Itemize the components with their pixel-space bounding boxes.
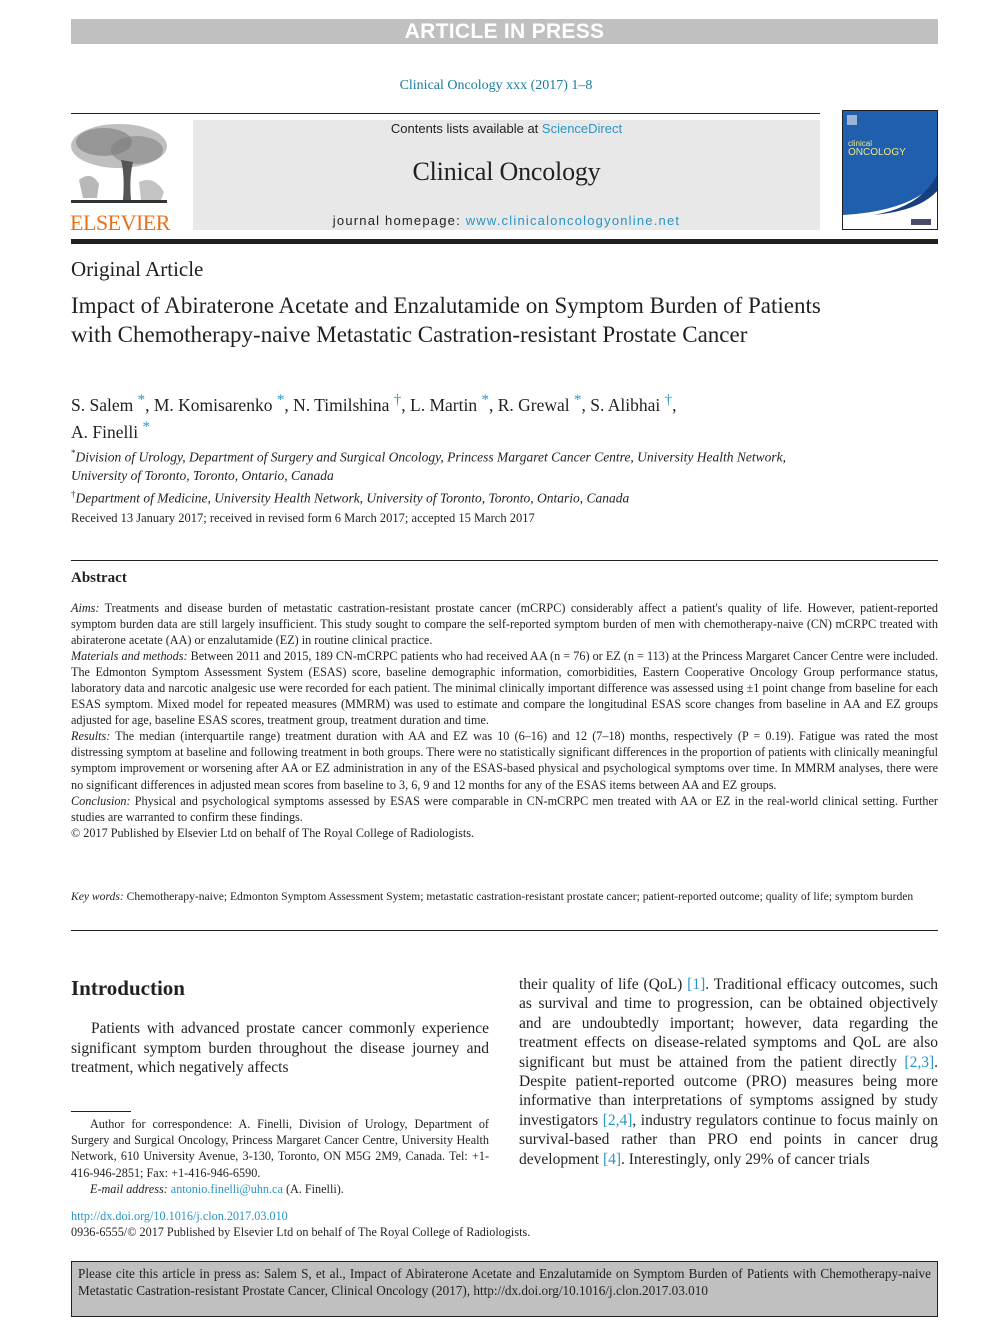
abstract-copyright: © 2017 Published by Elsevier Ltd on beha… — [71, 825, 475, 840]
author-affiliation-mark[interactable]: * — [142, 419, 150, 435]
elsevier-tree-icon — [69, 120, 169, 208]
abstract-aims: Aims: Treatments and disease burden of m… — [71, 600, 938, 648]
section-label: Materials and methods: — [71, 649, 188, 664]
author-separator: , — [401, 394, 411, 415]
introduction-paragraph: Patients with advanced prostate cancer c… — [71, 1020, 489, 1076]
journal-title: Clinical Oncology — [412, 157, 601, 186]
elsevier-logo[interactable]: ELSEVIER — [66, 120, 174, 235]
contents-line: Contents lists available at ScienceDirec… — [193, 121, 820, 136]
email-line: E-mail address: antonio.finelli@uhn.ca (… — [71, 1181, 489, 1197]
correspondence-footnote: Author for correspondence: A. Finelli, D… — [71, 1116, 489, 1197]
journal-reference[interactable]: Clinical Oncology xxx (2017) 1–8 — [0, 78, 992, 94]
cover-graphic — [843, 111, 937, 229]
abstract-top-rule — [71, 560, 938, 561]
footnote-rule — [71, 1111, 131, 1112]
reference-link[interactable]: [4] — [603, 1151, 621, 1168]
section-label: Aims: — [71, 601, 100, 615]
affiliation-text: Department of Medicine, University Healt… — [75, 490, 630, 505]
received-dates: Received 13 January 2017; received in re… — [71, 511, 535, 525]
banner-text: ARTICLE IN PRESS — [404, 20, 605, 43]
author-separator: , — [672, 394, 677, 415]
abstract-body: Aims: Treatments and disease burden of m… — [71, 600, 938, 841]
affiliation-2: †Department of Medicine, University Heal… — [71, 485, 831, 508]
contents-prefix: Contents lists available at — [390, 121, 542, 136]
article-in-press-banner: ARTICLE IN PRESS — [71, 19, 938, 44]
reference-link[interactable]: [1] — [687, 976, 705, 993]
abstract-results: Results: The median (interquartile range… — [71, 728, 938, 792]
journal-masthead: Contents lists available at ScienceDirec… — [193, 120, 820, 230]
author-affiliation-mark[interactable]: * — [481, 392, 489, 408]
introduction-heading: Introduction — [71, 976, 185, 1000]
correspondence-text: Author for correspondence: A. Finelli, D… — [71, 1116, 489, 1181]
reference-link[interactable]: [2,3] — [904, 1054, 934, 1071]
author-separator: , — [284, 394, 294, 415]
key-words-text: Chemotherapy-naive; Edmonton Symptom Ass… — [123, 890, 914, 903]
author-name[interactable]: A. Finelli — [71, 422, 142, 442]
author-list: S. Salem *, M. Komisarenko *, N. Timilsh… — [71, 389, 831, 443]
issn-copyright: 0936-6555/© 2017 Published by Elsevier L… — [71, 1225, 531, 1239]
email-label: E-mail address: — [90, 1181, 168, 1196]
author-name[interactable]: S. Alibhai — [590, 395, 664, 415]
introduction-text: . Interestingly, only 29% of cancer tria… — [621, 1150, 870, 1168]
homepage-prefix: journal homepage: — [332, 213, 466, 228]
abstract-methods: Materials and methods: Between 2011 and … — [71, 648, 938, 728]
author-separator: , — [581, 394, 591, 415]
author-affiliation-mark[interactable]: * — [574, 392, 582, 408]
key-words: Key words: Chemotherapy-naive; Edmonton … — [71, 889, 938, 905]
correspondence-address: Author for correspondence: A. Finelli, D… — [71, 1117, 489, 1180]
journal-cover-image[interactable]: clinical ONCOLOGY — [842, 110, 938, 230]
section-label: Conclusion: — [71, 793, 131, 808]
elsevier-wordmark: ELSEVIER — [70, 210, 170, 235]
author-name[interactable]: M. Komisarenko — [154, 395, 277, 415]
article-title: Impact of Abiraterone Acetate and Enzalu… — [71, 293, 821, 347]
section-text: Between 2011 and 2015, 189 CN-mCRPC pati… — [71, 649, 938, 728]
cover-title-line2: ONCOLOGY — [848, 147, 906, 158]
sciencedirect-link[interactable]: ScienceDirect — [542, 121, 622, 136]
introduction-left-column: Patients with advanced prostate cancer c… — [71, 1019, 489, 1078]
affiliation-text: Division of Urology, Department of Surge… — [71, 449, 787, 483]
cover-title: clinical ONCOLOGY — [848, 139, 906, 158]
introduction-right-column: their quality of life (QoL) [1]. Traditi… — [519, 975, 938, 1169]
homepage-link[interactable]: www.clinicaloncologyonline.net — [466, 213, 681, 228]
section-label: Results: — [71, 729, 111, 744]
affiliations: *Division of Urology, Department of Surg… — [71, 444, 831, 507]
abstract-heading: Abstract — [71, 570, 127, 586]
citation-notice: Please cite this article in press as: Sa… — [71, 1261, 938, 1317]
section-text: The median (interquartile range) treatme… — [71, 729, 938, 792]
author-name[interactable]: N. Timilshina — [293, 395, 394, 415]
homepage-line: journal homepage: www.clinicaloncologyon… — [193, 213, 820, 228]
section-text: Physical and psychological symptoms asse… — [71, 793, 938, 824]
author-separator: , — [145, 394, 154, 415]
author-name[interactable]: S. Salem — [71, 395, 138, 415]
abstract-conclusion: Conclusion: Physical and psychological s… — [71, 793, 938, 825]
key-words-label: Key words: — [71, 890, 124, 903]
reference-link[interactable]: [2,4] — [603, 1112, 633, 1129]
key-words-rule — [71, 930, 938, 931]
article-type: Original Article — [71, 257, 204, 281]
introduction-text: their quality of life (QoL) — [519, 976, 688, 993]
doi-link[interactable]: http://dx.doi.org/10.1016/j.clon.2017.03… — [71, 1209, 288, 1224]
author-affiliation-mark[interactable]: * — [138, 392, 146, 408]
author-name[interactable]: L. Martin — [410, 395, 481, 415]
author-separator: , — [488, 394, 498, 415]
header-rule — [71, 113, 820, 114]
affiliation-1: *Division of Urology, Department of Surg… — [71, 444, 831, 485]
author-name[interactable]: R. Grewal — [498, 395, 574, 415]
section-text: Treatments and disease burden of metasta… — [71, 601, 938, 648]
email-link[interactable]: antonio.finelli@uhn.ca — [171, 1182, 283, 1196]
email-suffix: (A. Finelli). — [282, 1181, 344, 1196]
masthead-thick-rule — [71, 239, 938, 244]
